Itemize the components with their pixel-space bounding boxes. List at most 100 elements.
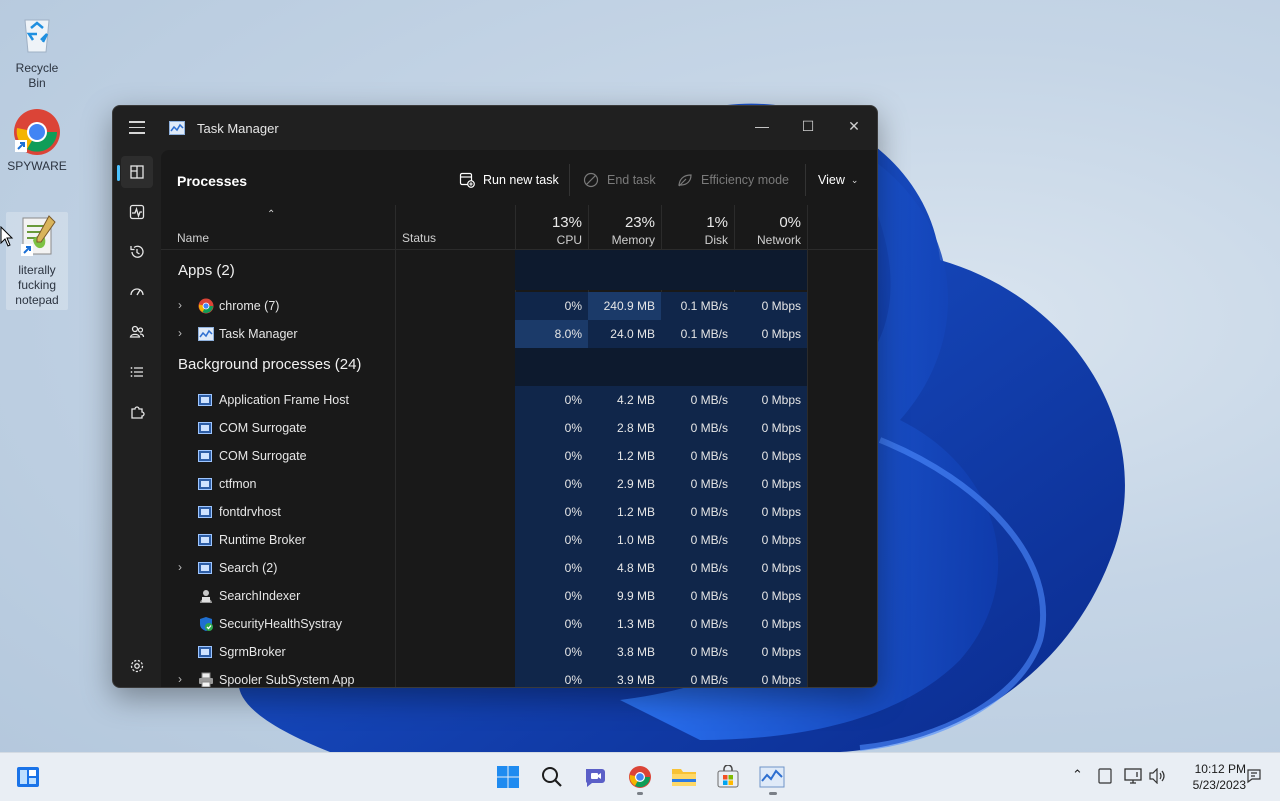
cell-spacer: [588, 348, 661, 386]
maximize-button[interactable]: ☐: [785, 112, 831, 140]
chevron-right-icon[interactable]: ›: [178, 560, 182, 574]
cell-spacer: [588, 250, 661, 290]
cpu-cell: 0%: [515, 292, 588, 320]
search-icon[interactable]: [538, 763, 566, 791]
efficiency-mode-button[interactable]: Efficiency mode: [677, 166, 789, 194]
task-manager-window: Task Manager — ☐ ✕ Processes Run new tas…: [112, 105, 878, 688]
disk-cell: 0 MB/s: [661, 386, 734, 414]
network-column-header[interactable]: 0% Network: [734, 205, 807, 249]
disk-cell: 0.1 MB/s: [661, 320, 734, 348]
table-row[interactable]: › chrome (7) 0% 240.9 MB 0.1 MB/s 0 Mbps: [161, 292, 811, 320]
process-name: Task Manager: [219, 327, 298, 341]
table-row[interactable]: Runtime Broker 0% 1.0 MB 0 MB/s 0 Mbps: [161, 526, 811, 554]
network-cell: 0 Mbps: [734, 610, 807, 638]
table-row[interactable]: › Task Manager 8.0% 24.0 MB 0.1 MB/s 0 M…: [161, 320, 811, 348]
memory-cell: 4.2 MB: [588, 386, 661, 414]
efficiency-mode-label: Efficiency mode: [701, 173, 790, 187]
memory-cell: 24.0 MB: [588, 320, 661, 348]
memory-cell: 1.2 MB: [588, 442, 661, 470]
network-cell: 0 Mbps: [734, 498, 807, 526]
start-button-windows-icon[interactable]: [494, 763, 522, 791]
disk-column-header[interactable]: 1% Disk: [661, 205, 734, 249]
network-icon[interactable]: [1124, 768, 1142, 787]
sidebar-item-settings[interactable]: [121, 650, 153, 682]
recycle-bin-label: Recycle Bin: [15, 61, 59, 90]
table-row[interactable]: SearchIndexer 0% 9.9 MB 0 MB/s 0 Mbps: [161, 582, 811, 610]
table-row[interactable]: fontdrvhost 0% 1.2 MB 0 MB/s 0 Mbps: [161, 498, 811, 526]
desktop-icon-spyware[interactable]: SPYWARE: [6, 108, 68, 174]
cpu-column-header[interactable]: 13% CPU: [515, 205, 588, 249]
table-row[interactable]: COM Surrogate 0% 2.8 MB 0 MB/s 0 Mbps: [161, 414, 811, 442]
running-indicator: [769, 792, 777, 795]
sidebar-item-startup-apps[interactable]: [121, 276, 153, 308]
close-button[interactable]: ✕: [831, 112, 877, 140]
processes-panel: Processes Run new task End task Efficien…: [161, 150, 877, 687]
minimize-button[interactable]: —: [739, 112, 785, 140]
cpu-cell: 0%: [515, 582, 588, 610]
sidebar-item-processes[interactable]: [117, 156, 153, 188]
page-title: Processes: [177, 173, 248, 189]
sidebar-item-app-history[interactable]: [121, 236, 153, 268]
sidebar-item-performance[interactable]: [121, 196, 153, 228]
network-cell: 0 Mbps: [734, 414, 807, 442]
process-name: SgrmBroker: [219, 645, 286, 659]
sidebar-item-details[interactable]: [121, 356, 153, 388]
table-row[interactable]: SgrmBroker 0% 3.8 MB 0 MB/s 0 Mbps: [161, 638, 811, 666]
users-icon: [129, 325, 145, 338]
chevron-down-icon: ⌄: [850, 174, 859, 185]
network-cell: 0 Mbps: [734, 526, 807, 554]
sidebar-item-users[interactable]: [121, 316, 153, 348]
name-column-header[interactable]: ⌃ Name: [161, 205, 395, 249]
show-hidden-icons-chevron-up-icon[interactable]: ⌃: [1072, 767, 1083, 783]
chevron-right-icon[interactable]: ›: [178, 326, 182, 340]
view-button[interactable]: View ⌄: [818, 166, 858, 194]
memory-column-header[interactable]: 23% Memory: [588, 205, 661, 249]
widgets-icon[interactable]: [14, 763, 42, 791]
file-explorer-icon[interactable]: [670, 763, 698, 791]
tablet-icon[interactable]: [1098, 768, 1112, 787]
chrome-icon: [198, 298, 214, 314]
cpu-cell: 0%: [515, 442, 588, 470]
cpu-cell: 8.0%: [515, 320, 588, 348]
table-row[interactable]: › Search (2) 0% 4.8 MB 0 MB/s 0 Mbps: [161, 554, 811, 582]
chevron-right-icon[interactable]: ›: [178, 672, 182, 686]
disk-cell: 0 MB/s: [661, 666, 734, 687]
sidebar-item-services[interactable]: [121, 396, 153, 428]
desktop-icon-notepad[interactable]: literally fucking notepad: [6, 212, 68, 310]
memory-header-label: Memory: [611, 233, 655, 247]
status-column-header[interactable]: Status: [395, 205, 515, 249]
task-manager-taskbar-icon[interactable]: [758, 763, 786, 791]
table-row[interactable]: SecurityHealthSystray 0% 1.3 MB 0 MB/s 0…: [161, 610, 811, 638]
cell-spacer: [734, 348, 807, 386]
table-row[interactable]: Application Frame Host 0% 4.2 MB 0 MB/s …: [161, 386, 811, 414]
run-new-task-button[interactable]: Run new task: [459, 166, 559, 194]
cell-spacer: [734, 250, 807, 290]
desktop-icon-recycle-bin[interactable]: Recycle Bin: [6, 10, 68, 91]
volume-icon[interactable]: [1149, 767, 1167, 787]
sort-ascending-icon: ⌃: [267, 209, 276, 220]
memory-cell: 1.0 MB: [588, 526, 661, 554]
taskbar-clock[interactable]: 10:12 PM 5/23/2023: [1176, 761, 1246, 793]
end-task-icon: [583, 172, 599, 188]
chrome-taskbar-icon[interactable]: [626, 763, 654, 791]
task-manager-icon: [169, 121, 185, 135]
teams-chat-icon[interactable]: [582, 763, 610, 791]
end-task-button[interactable]: End task: [583, 166, 656, 194]
table-row[interactable]: COM Surrogate 0% 1.2 MB 0 MB/s 0 Mbps: [161, 442, 811, 470]
process-name: Runtime Broker: [219, 533, 306, 547]
cell-spacer: [515, 348, 588, 386]
fontdrvhost-icon: [198, 504, 214, 520]
group-header-apps: Apps (2): [178, 262, 235, 279]
details-list-icon: [130, 367, 143, 377]
cell-spacer: [661, 250, 734, 290]
chrome-icon: [13, 108, 61, 156]
process-name: fontdrvhost: [219, 505, 281, 519]
table-row[interactable]: ctfmon 0% 2.9 MB 0 MB/s 0 Mbps: [161, 470, 811, 498]
memory-cell: 1.2 MB: [588, 498, 661, 526]
chevron-right-icon[interactable]: ›: [178, 298, 182, 312]
hamburger-menu-icon[interactable]: [129, 121, 145, 135]
cpu-cell: 0%: [515, 526, 588, 554]
notifications-icon[interactable]: [1246, 768, 1262, 787]
table-row[interactable]: › Spooler SubSystem App 0% 3.9 MB 0 MB/s…: [161, 666, 811, 687]
microsoft-store-icon[interactable]: [714, 763, 742, 791]
